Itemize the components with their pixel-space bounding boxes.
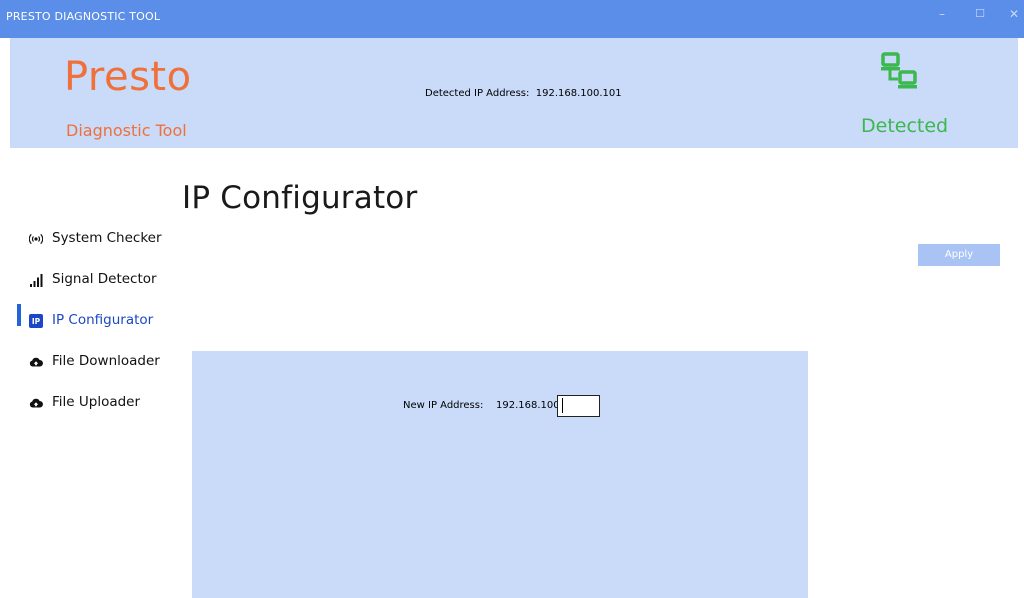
apply-button[interactable]: Apply [918, 244, 1000, 266]
detected-ip-value: 192.168.100.101 [535, 88, 622, 99]
sidebar-item-label: IP Configurator [52, 312, 154, 328]
cloud-icon [29, 357, 43, 367]
connection-status: Detected [861, 115, 949, 137]
new-ip-label: New IP Address: [403, 400, 484, 411]
sidebar-item-label: Signal Detector [52, 271, 157, 287]
broadcast-icon [29, 233, 43, 245]
sidebar-item-signal-detector[interactable]: Signal Detector [0, 261, 180, 297]
close-button[interactable]: ✕ [1000, 0, 1024, 30]
sidebar-item-file-uploader[interactable]: File Uploader [0, 384, 180, 420]
sidebar-item-system-checker[interactable]: System Checker [0, 220, 180, 256]
brand-subtitle: Diagnostic Tool [66, 121, 187, 140]
cloud-icon [29, 398, 43, 408]
signal-bars-icon [30, 274, 43, 287]
detected-ip-readout: Detected IP Address: 192.168.100.101 [425, 88, 622, 99]
page-title: IP Configurator [182, 180, 418, 216]
brand-logo-text: Presto [64, 54, 192, 100]
sidebar-item-file-downloader[interactable]: File Downloader [0, 343, 180, 379]
title-bar: PRESTO DIAGNOSTIC TOOL – ☐ ✕ [0, 0, 1024, 38]
detected-ip-label: Detected IP Address: [425, 88, 530, 99]
ip-last-octet-input[interactable] [557, 395, 600, 417]
sidebar-item-label: File Uploader [52, 394, 141, 410]
window-title: PRESTO DIAGNOSTIC TOOL [6, 10, 161, 23]
sidebar-item-label: File Downloader [52, 353, 160, 369]
ip-icon: IP [29, 314, 43, 328]
header-banner: Presto Diagnostic Tool Detected IP Addre… [10, 38, 1018, 148]
sidebar-item-ip-configurator[interactable]: IP IP Configurator [0, 302, 180, 338]
ip-config-panel: New IP Address: 192.168.100. [192, 351, 808, 598]
text-caret [562, 398, 563, 413]
sidebar-item-label: System Checker [52, 230, 162, 246]
ip-prefix: 192.168.100. [496, 400, 563, 411]
maximize-button[interactable]: ☐ [966, 0, 994, 30]
svg-text:IP: IP [32, 317, 41, 326]
minimize-button[interactable]: – [928, 0, 956, 30]
network-connected-icon [881, 52, 917, 89]
